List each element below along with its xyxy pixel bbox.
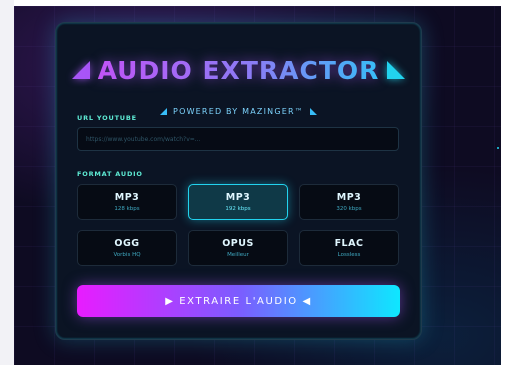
small-triangle-left-icon [160,107,168,115]
format-option-mp3-128[interactable]: MP3 128 kbps [77,184,177,220]
url-label: URL YOUTUBE [77,114,137,122]
format-detail: Vorbis HQ [113,252,141,258]
page-edge [0,0,14,365]
triangle-right-icon [387,61,406,79]
format-option-mp3-320[interactable]: MP3 320 kbps [299,184,399,220]
youtube-url-input[interactable] [77,127,399,151]
triangle-left-icon [71,61,90,79]
format-option-opus[interactable]: OPUS Meilleur [188,230,288,266]
format-label: FORMAT AUDIO [77,170,143,178]
format-detail: Meilleur [227,252,249,258]
app-title: AUDIO EXTRACTOR [97,55,380,85]
format-option-mp3-192[interactable]: MP3 192 kbps [188,184,288,220]
format-name: MP3 [114,192,140,203]
title-row: AUDIO EXTRACTOR [56,55,421,85]
format-option-flac[interactable]: FLAC Lossless [299,230,399,266]
extractor-card: AUDIO EXTRACTOR POWERED BY MAZINGER™ URL… [55,22,422,340]
small-triangle-right-icon [309,107,317,115]
extract-audio-button[interactable]: ▶ EXTRAIRE L'AUDIO ◀ [77,285,400,317]
format-detail: Lossless [337,252,361,258]
format-name: MP3 [336,192,362,203]
format-option-ogg[interactable]: OGG Vorbis HQ [77,230,177,266]
powered-by-label: POWERED BY MAZINGER™ [173,106,304,116]
format-detail: 128 kbps [114,206,140,212]
format-name: OGG [114,238,140,249]
decorative-dot [497,147,499,149]
format-detail: 320 kbps [336,206,362,212]
format-detail: 192 kbps [225,206,251,212]
format-name: FLAC [334,238,364,249]
format-name: OPUS [222,238,254,249]
format-name: MP3 [225,192,251,203]
